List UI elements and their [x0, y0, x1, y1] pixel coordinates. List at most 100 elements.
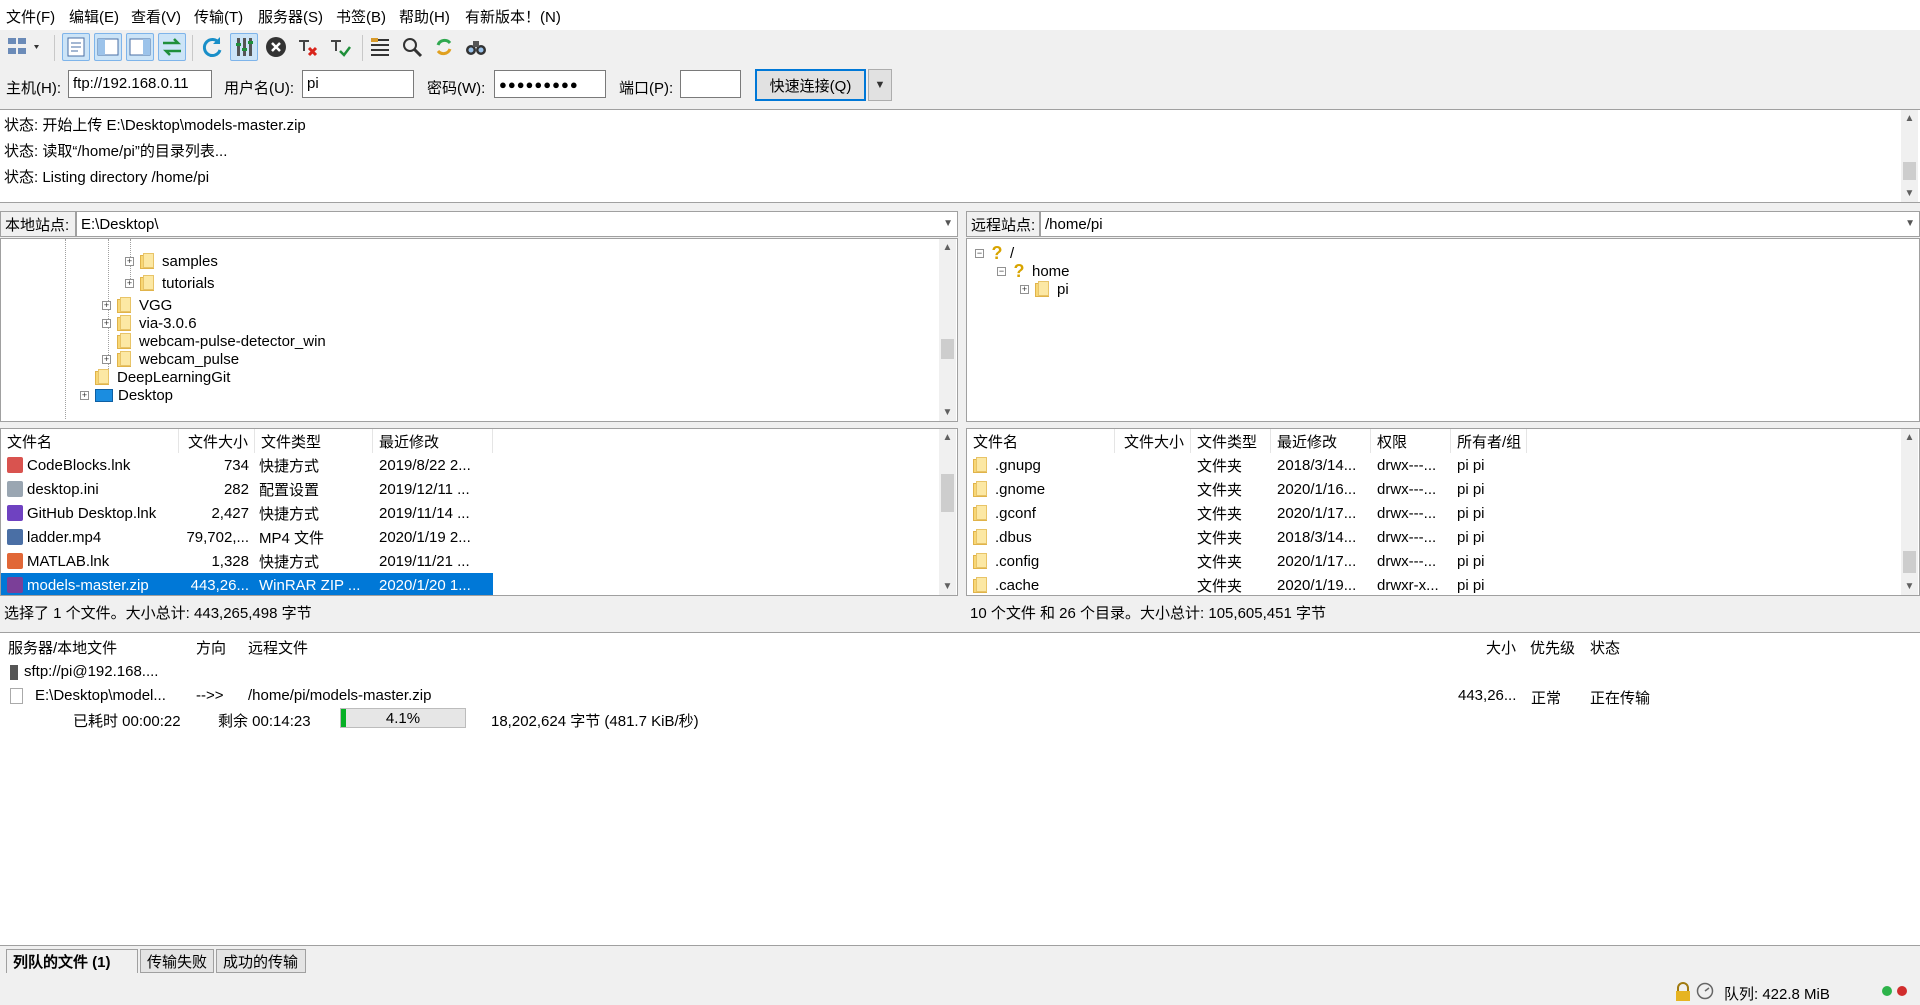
disconnect-icon — [299, 40, 318, 57]
local-file-row[interactable]: desktop.ini 282 配置设置 2019/12/11 ... — [1, 477, 493, 501]
remote-file-row[interactable]: .gconf 文件夹 2020/1/17... drwx---... pi pi — [967, 501, 1919, 525]
quickconnect-dropdown-button[interactable]: ▼ — [868, 69, 892, 101]
local-site-bar: 本地站点: E:\Desktop\ ▼ — [0, 211, 958, 237]
col-header-filename[interactable]: 文件名 — [967, 429, 1115, 453]
remote-site-bar: 远程站点: /home/pi ▼ — [966, 211, 1920, 237]
toggle-local-tree-button[interactable] — [94, 33, 122, 61]
log-scrollbar[interactable]: ▲ ▼ — [1901, 110, 1918, 202]
disconnect-button[interactable] — [294, 33, 322, 61]
queue-header-priority[interactable]: 优先级 — [1530, 635, 1575, 659]
queue-header-size[interactable]: 大小 — [1486, 635, 1516, 659]
remote-list-scrollbar[interactable]: ▲ ▼ — [1901, 429, 1918, 595]
col-header-filesize[interactable]: 文件大小 — [1115, 429, 1191, 453]
menu-server[interactable]: 服务器(S) — [258, 6, 323, 27]
col-header-filename[interactable]: 文件名 — [1, 429, 179, 453]
site-manager-button[interactable] — [4, 33, 48, 61]
queue-header-direction[interactable]: 方向 — [196, 635, 226, 659]
col-header-filetype[interactable]: 文件类型 — [255, 429, 373, 453]
toggle-log-button[interactable] — [62, 33, 90, 61]
menu-new-version[interactable]: 有新版本！(N) — [465, 6, 561, 27]
toggle-queue-button[interactable] — [158, 33, 186, 61]
reconnect-icon — [331, 40, 351, 57]
tree-node-tutorials[interactable]: + tutorials — [125, 272, 215, 294]
local-file-row[interactable]: ladder.mp4 79,702,... MP4 文件 2020/1/19 2... — [1, 525, 493, 549]
file-name: MATLAB.lnk — [27, 552, 110, 570]
expand-icon[interactable]: + — [102, 354, 111, 364]
desktop-icon — [95, 388, 113, 402]
reconnect-button[interactable] — [326, 33, 354, 61]
refresh-button[interactable] — [198, 33, 226, 61]
toggle-remote-tree-button[interactable] — [126, 33, 154, 61]
menu-view[interactable]: 查看(V) — [131, 6, 181, 27]
collapse-icon[interactable]: − — [975, 248, 984, 258]
folder-icon — [1035, 281, 1049, 297]
local-file-row[interactable]: GitHub Desktop.lnk 2,427 快捷方式 2019/11/14 ..… — [1, 501, 493, 525]
col-header-modified[interactable]: 最近修改 — [1271, 429, 1371, 453]
menu-help[interactable]: 帮助(H) — [399, 6, 450, 27]
tab-failed-transfers[interactable]: 传输失败 — [140, 949, 214, 973]
expand-icon[interactable]: + — [102, 318, 111, 328]
chevron-down-icon[interactable]: ▼ — [1905, 218, 1915, 229]
expand-icon[interactable]: + — [102, 300, 111, 310]
remote-path-input[interactable]: /home/pi ▼ — [1040, 211, 1920, 237]
search-remote-button[interactable] — [462, 33, 490, 61]
col-header-filetype[interactable]: 文件类型 — [1191, 429, 1271, 453]
local-file-row[interactable]: CodeBlocks.lnk 734 快捷方式 2019/8/22 2... — [1, 453, 493, 477]
host-input[interactable]: ftp://192.168.0.11 — [68, 70, 212, 98]
transfer-queue-icon — [162, 38, 182, 56]
local-directory-tree: + samples + tutorials + VGG + via-3.0.6 webc… — [0, 238, 958, 422]
local-path-input[interactable]: E:\Desktop\ ▼ — [76, 211, 958, 237]
remote-file-row[interactable]: .dbus 文件夹 2018/3/14... drwx---... pi pi — [967, 525, 1919, 549]
remote-file-row[interactable]: .gnome 文件夹 2020/1/16... drwx---... pi pi — [967, 477, 1919, 501]
remote-file-row[interactable]: .gnupg 文件夹 2018/3/14... drwx---... pi pi — [967, 453, 1919, 477]
tree-node-desktop[interactable]: + Desktop — [80, 384, 173, 406]
file-type: MP4 文件 — [259, 529, 325, 547]
expand-icon[interactable]: + — [125, 278, 134, 288]
menu-bookmarks[interactable]: 书签(B) — [336, 6, 386, 27]
expand-icon[interactable]: + — [125, 256, 134, 266]
folder-icon — [140, 253, 154, 269]
queue-file-row[interactable]: E:\Desktop\model... — [10, 687, 166, 705]
menu-file[interactable]: 文件(F) — [6, 6, 55, 27]
directory-compare-button[interactable] — [398, 33, 426, 61]
tree-node-samples[interactable]: + samples — [125, 250, 218, 272]
quickconnect-button[interactable]: 快速连接(Q) — [755, 69, 866, 101]
cancel-operation-button[interactable] — [262, 33, 290, 61]
queue-header-remote[interactable]: 远程文件 — [248, 635, 308, 659]
tree-node-pi[interactable]: + pi — [1020, 278, 1069, 300]
file-type: 文件夹 — [1197, 529, 1243, 547]
file-owner: pi pi — [1457, 504, 1485, 522]
col-header-filesize[interactable]: 文件大小 — [179, 429, 255, 453]
username-input[interactable]: pi — [302, 70, 414, 98]
local-file-row[interactable]: MATLAB.lnk 1,328 快捷方式 2019/11/21 ... — [1, 549, 493, 573]
expand-icon[interactable]: + — [1020, 284, 1029, 294]
col-header-modified[interactable]: 最近修改 — [373, 429, 493, 453]
port-input[interactable] — [680, 70, 741, 98]
col-header-permissions[interactable]: 权限 — [1371, 429, 1451, 453]
status-bar: 队列: 422.8 MiB — [0, 977, 1920, 1005]
remote-tree-icon — [129, 38, 151, 56]
queue-header-status[interactable]: 状态 — [1590, 635, 1620, 659]
sync-browsing-button[interactable] — [430, 33, 458, 61]
directory-listing-filter-button[interactable] — [366, 33, 394, 61]
collapse-icon[interactable]: − — [997, 266, 1006, 276]
process-queue-button[interactable] — [230, 33, 258, 61]
queue-header-server[interactable]: 服务器/本地文件 — [8, 635, 117, 659]
remote-file-row[interactable]: .config 文件夹 2020/1/17... drwx---... pi pi — [967, 549, 1919, 573]
queue-server-row[interactable]: sftp://pi@192.168.... — [10, 663, 158, 680]
local-file-row[interactable]: models-master.zip 443,26... WinRAR ZIP ...… — [1, 573, 493, 595]
remote-file-row[interactable]: .cache 文件夹 2020/1/19... drwxr-x... pi pi — [967, 573, 1919, 595]
password-input[interactable]: ●●●●●●●●● — [494, 70, 606, 98]
tab-successful-transfers[interactable]: 成功的传输 — [216, 949, 306, 973]
speed-limit-icon[interactable] — [1696, 982, 1714, 1000]
col-header-owner[interactable]: 所有者/组 — [1451, 429, 1527, 453]
queue-size-status: 队列: 422.8 MiB — [1724, 986, 1830, 1003]
menu-edit[interactable]: 编辑(E) — [69, 6, 119, 27]
file-size: 79,702,... — [186, 528, 249, 546]
chevron-down-icon[interactable]: ▼ — [943, 218, 953, 229]
expand-icon[interactable]: + — [80, 390, 89, 400]
local-tree-scrollbar[interactable]: ▲ ▼ — [939, 239, 956, 421]
menu-transfer[interactable]: 传输(T) — [194, 6, 243, 27]
local-list-scrollbar[interactable]: ▲ ▼ — [939, 429, 956, 595]
tab-queued-files[interactable]: 列队的文件 (1) — [6, 949, 138, 973]
